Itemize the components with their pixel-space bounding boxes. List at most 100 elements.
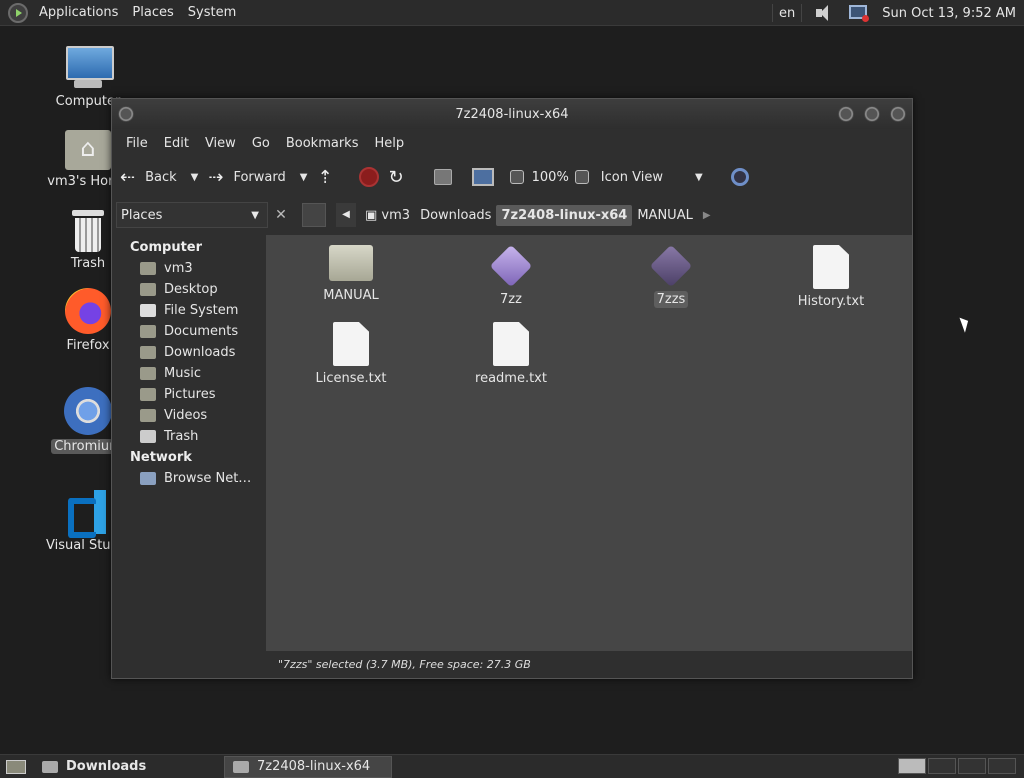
downloads-folder-icon: [140, 346, 156, 359]
workspace-4[interactable]: [988, 758, 1016, 774]
sidebar-item-pictures[interactable]: Pictures: [112, 384, 264, 405]
menu-help[interactable]: Help: [366, 136, 412, 151]
sidebar-item-browse-network[interactable]: Browse Net…: [112, 468, 264, 489]
breadcrumb: ◀ ▣ vm3 Downloads 7z2408-linux-x64 MANUA…: [302, 203, 716, 227]
workspace-3[interactable]: [958, 758, 986, 774]
window-menu-button[interactable]: [118, 106, 134, 122]
main-menu-icon[interactable]: [8, 2, 28, 23]
zoom-in-icon[interactable]: [574, 170, 589, 184]
forward-history-dropdown-icon[interactable]: ▼: [300, 172, 308, 183]
zoom-level: 100%: [531, 169, 569, 185]
places-menu[interactable]: Places: [125, 5, 180, 20]
workspace-2[interactable]: [928, 758, 956, 774]
workspace-1[interactable]: [898, 758, 926, 774]
back-history-dropdown-icon[interactable]: ▼: [191, 172, 199, 183]
view-mode-select[interactable]: Icon View ▼: [601, 170, 703, 185]
reload-button[interactable]: ↻: [389, 167, 414, 188]
up-button[interactable]: ⇡: [317, 167, 342, 188]
firefox-icon: [65, 288, 111, 334]
back-arrow-icon: ⇠: [120, 166, 136, 188]
sidebar-item-label: Browse Net…: [164, 471, 252, 486]
file-icon-view[interactable]: MANUAL 7zz 7zzs History.txt License.txt …: [266, 235, 912, 651]
folder-icon: [233, 760, 249, 773]
stop-icon[interactable]: [358, 167, 379, 187]
taskbar-item-downloads[interactable]: Downloads: [34, 756, 224, 778]
forward-button[interactable]: ⇢ Forward ▼: [208, 167, 307, 188]
sidebar-type-select[interactable]: Places ▼: [116, 202, 268, 228]
file-item[interactable]: History.txt: [776, 245, 886, 310]
home-icon[interactable]: [433, 169, 452, 185]
menu-view[interactable]: View: [197, 136, 244, 151]
breadcrumb-downloads[interactable]: Downloads: [415, 205, 496, 226]
workspace-switcher[interactable]: [896, 758, 1016, 774]
back-button[interactable]: ⇠ Back ▼: [120, 167, 198, 188]
breadcrumb-current[interactable]: 7z2408-linux-x64: [496, 204, 633, 226]
pictures-folder-icon: [140, 388, 156, 401]
menu-file[interactable]: File: [118, 136, 156, 151]
taskbar-item-7z2408[interactable]: 7z2408-linux-x64: [224, 755, 392, 778]
sidebar-item-vm3[interactable]: vm3: [112, 258, 264, 279]
show-desktop-icon[interactable]: [6, 759, 26, 774]
sidebar-item-desktop[interactable]: Desktop: [112, 279, 264, 300]
clock[interactable]: Sun Oct 13, 9:52 AM: [882, 6, 1016, 21]
sidebar-item-label: Pictures: [164, 387, 216, 402]
executable-icon: [649, 244, 693, 288]
file-item[interactable]: readme.txt: [456, 322, 566, 387]
toolbar: ⇠ Back ▼ ⇢ Forward ▼ ⇡ ↻ 100% Icon View …: [112, 157, 912, 197]
close-sidebar-icon[interactable]: ✕: [270, 204, 292, 226]
file-name: History.txt: [797, 294, 865, 309]
breadcrumb-vm3[interactable]: ▣ vm3: [360, 205, 415, 226]
breadcrumb-manual[interactable]: MANUAL: [632, 205, 698, 226]
network-icon: [140, 472, 156, 485]
network-icon[interactable]: [848, 3, 870, 23]
computer-icon: [64, 46, 114, 90]
file-item[interactable]: MANUAL: [296, 245, 406, 304]
home-folder-icon: [140, 262, 156, 275]
panel-separator: [772, 4, 774, 22]
sidebar-item-label: vm3: [164, 261, 193, 276]
window-titlebar[interactable]: 7z2408-linux-x64: [112, 99, 912, 129]
menu-bookmarks[interactable]: Bookmarks: [278, 136, 367, 151]
computer-icon[interactable]: [471, 168, 494, 186]
menu-go[interactable]: Go: [244, 136, 278, 151]
text-file-icon: [813, 245, 849, 289]
applications-menu[interactable]: Applications: [32, 5, 125, 20]
file-item[interactable]: License.txt: [296, 322, 406, 387]
sidebar-item-label: Documents: [164, 324, 239, 339]
vscode-icon: [66, 490, 110, 534]
trash-icon: [70, 210, 106, 252]
sidebar-item-music[interactable]: Music: [112, 363, 264, 384]
path-left-arrow-icon[interactable]: ◀: [336, 203, 356, 227]
panel-separator: [801, 4, 803, 22]
keyboard-layout-indicator[interactable]: en: [779, 6, 795, 21]
file-item[interactable]: 7zz: [456, 244, 566, 308]
home-folder-icon: [65, 130, 111, 170]
menu-edit[interactable]: Edit: [156, 136, 197, 151]
file-name: 7zz: [500, 292, 522, 307]
folder-icon: [42, 760, 58, 773]
desktop-folder-icon: [140, 283, 156, 296]
mouse-cursor-icon: [959, 315, 972, 333]
volume-icon[interactable]: [814, 4, 836, 22]
status-bar: "7zzs" selected (3.7 MB), Free space: 27…: [266, 652, 912, 678]
system-menu[interactable]: System: [181, 5, 243, 20]
file-item-selected[interactable]: 7zzs: [616, 244, 726, 308]
file-name: License.txt: [315, 371, 387, 386]
minimize-button[interactable]: [838, 106, 854, 122]
bottom-panel: Downloads 7z2408-linux-x64: [0, 754, 1024, 778]
folder-icon: [329, 245, 373, 281]
close-button[interactable]: [890, 106, 906, 122]
places-sidebar: Computer vm3 Desktop File System Documen…: [112, 233, 264, 651]
sidebar-item-downloads[interactable]: Downloads: [112, 342, 264, 363]
text-file-icon: [493, 322, 529, 366]
edit-location-icon[interactable]: [302, 203, 326, 227]
sidebar-item-videos[interactable]: Videos: [112, 405, 264, 426]
zoom-out-icon[interactable]: [509, 170, 524, 184]
sidebar-item-documents[interactable]: Documents: [112, 321, 264, 342]
path-right-arrow-icon[interactable]: ▶: [698, 207, 716, 224]
sidebar-item-trash[interactable]: Trash: [112, 426, 264, 447]
chevron-down-icon: ▼: [694, 171, 703, 183]
sidebar-item-file-system[interactable]: File System: [112, 300, 264, 321]
search-icon[interactable]: [730, 168, 749, 186]
maximize-button[interactable]: [864, 106, 880, 122]
